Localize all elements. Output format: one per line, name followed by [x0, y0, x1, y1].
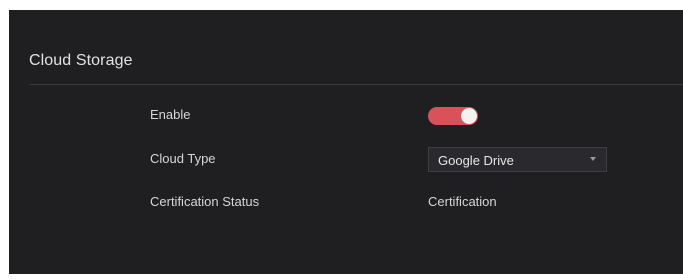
enable-label: Enable: [150, 107, 191, 122]
section-title: Cloud Storage: [29, 52, 133, 69]
cloud-type-value: Google Drive: [438, 153, 514, 168]
settings-panel: [9, 10, 683, 274]
section-divider: [29, 84, 683, 85]
enable-toggle[interactable]: [428, 107, 478, 125]
cloud-type-select[interactable]: Google Drive: [428, 147, 607, 172]
certification-status-label: Certification Status: [150, 194, 260, 209]
chevron-down-icon: [590, 157, 596, 161]
certification-status-value: Certification: [428, 194, 497, 209]
screenshot-frame: Cloud Storage Enable Cloud Type Google D…: [0, 0, 683, 279]
cloud-type-label: Cloud Type: [150, 151, 216, 166]
toggle-knob: [461, 108, 477, 124]
